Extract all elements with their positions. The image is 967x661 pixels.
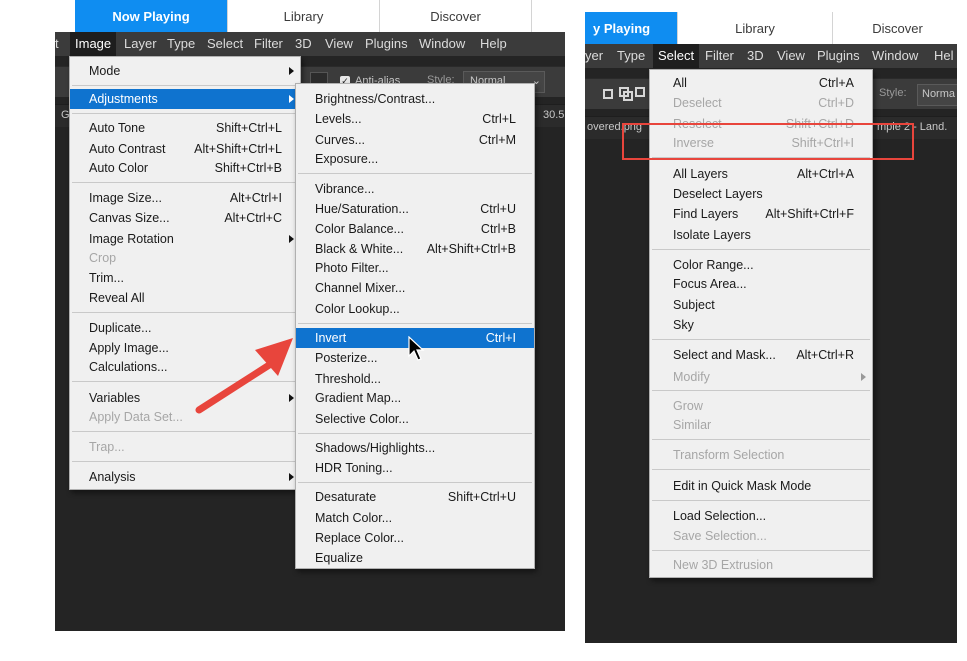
menu-view[interactable]: View xyxy=(777,44,805,68)
annotation-arrow-icon xyxy=(195,338,293,414)
menu-3d[interactable]: 3D xyxy=(747,44,764,68)
menu-separator xyxy=(652,550,870,551)
tab-library[interactable]: Library xyxy=(677,12,832,44)
menu-item-color-range[interactable]: Color Range... xyxy=(650,255,872,275)
submenu-arrow-icon xyxy=(861,373,866,381)
menu-item-select-and-mask[interactable]: Select and Mask... Alt+Ctrl+R xyxy=(650,345,872,365)
right-screenshot: y Playing Library Discover yer Type Sele… xyxy=(585,12,957,643)
menu-separator xyxy=(652,390,870,391)
menu-item-deselect[interactable]: Deselect Ctrl+D xyxy=(650,93,872,113)
menu-item-find-layers[interactable]: Find Layers Alt+Shift+Ctrl+F xyxy=(650,204,872,224)
menu-separator xyxy=(652,249,870,250)
menu-item-sky[interactable]: Sky xyxy=(650,315,872,335)
menu-layer-partial[interactable]: yer xyxy=(585,44,603,68)
menu-item-subject[interactable]: Subject xyxy=(650,295,872,315)
menu-item-isolate-layers[interactable]: Isolate Layers xyxy=(650,225,872,245)
tab-discover[interactable]: Discover xyxy=(832,12,957,44)
menu-item-quick-mask[interactable]: Edit in Quick Mask Mode xyxy=(650,476,872,496)
menu-separator xyxy=(652,500,870,501)
menu-item-similar[interactable]: Similar xyxy=(650,415,872,435)
new-selection-icon[interactable] xyxy=(603,89,613,99)
menu-item-all[interactable]: All Ctrl+A xyxy=(650,73,872,93)
tab-bar: y Playing Library Discover xyxy=(585,12,957,44)
menu-type[interactable]: Type xyxy=(617,44,645,68)
menu-item-transform-selection[interactable]: Transform Selection xyxy=(650,445,872,465)
style-label: Style: xyxy=(879,87,907,99)
menu-item-deselect-layers[interactable]: Deselect Layers xyxy=(650,184,872,204)
mouse-cursor-icon xyxy=(408,336,425,361)
menu-item-focus-area[interactable]: Focus Area... xyxy=(650,274,872,294)
menu-plugins[interactable]: Plugins xyxy=(817,44,860,68)
menu-filter[interactable]: Filter xyxy=(705,44,734,68)
menu-item-modify[interactable]: Modify xyxy=(650,367,872,387)
menu-window[interactable]: Window xyxy=(872,44,918,68)
menu-separator xyxy=(652,439,870,440)
style-value: Norma xyxy=(922,88,956,100)
menu-help[interactable]: Hel xyxy=(934,44,954,68)
menu-item-save-selection[interactable]: Save Selection... xyxy=(650,526,872,546)
annotation-highlight-box xyxy=(622,123,914,160)
menu-item-new-3d-extrusion[interactable]: New 3D Extrusion xyxy=(650,555,872,575)
menu-select[interactable]: Select xyxy=(653,44,700,68)
menu-separator xyxy=(652,469,870,470)
menu-separator xyxy=(652,339,870,340)
style-select[interactable]: Norma xyxy=(917,84,957,106)
tab-now-playing[interactable]: y Playing xyxy=(585,12,677,44)
intersect-selection-icon[interactable] xyxy=(635,87,645,97)
menu-item-load-selection[interactable]: Load Selection... xyxy=(650,506,872,526)
menu-item-all-layers[interactable]: All Layers Alt+Ctrl+A xyxy=(650,164,872,184)
subtract-selection-icon[interactable] xyxy=(623,91,633,101)
left-screenshot: Now Playing Library Discover t Image Lay… xyxy=(55,0,565,631)
menu-item-grow[interactable]: Grow xyxy=(650,396,872,416)
menu-bar: yer Type Select Filter 3D View Plugins W… xyxy=(585,44,957,68)
